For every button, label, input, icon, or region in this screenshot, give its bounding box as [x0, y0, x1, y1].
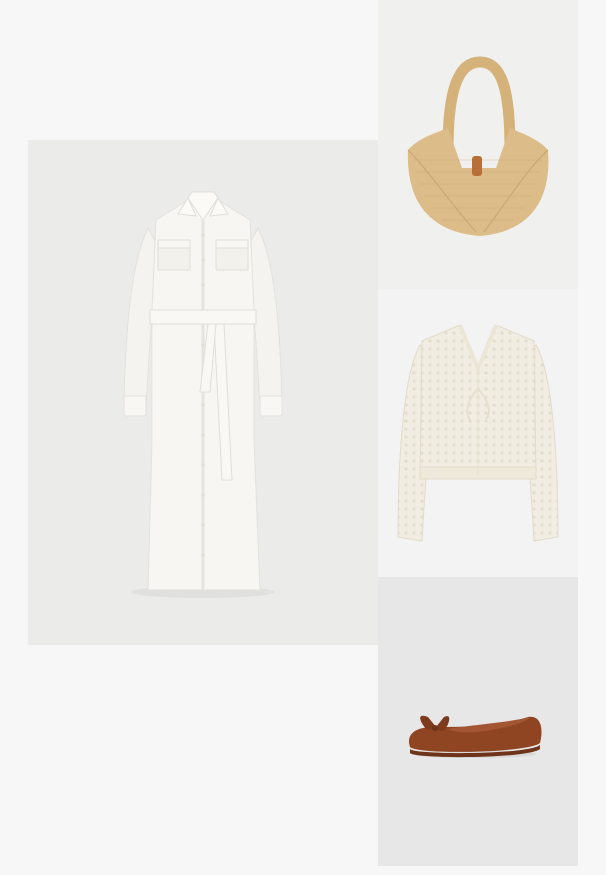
dress-product-image[interactable] [28, 140, 378, 645]
crochet-cardigan-illustration [397, 324, 559, 542]
suede-ballet-flat-illustration [409, 715, 542, 758]
straw-tote-illustration [407, 56, 549, 236]
tote-bag-product-image[interactable] [378, 0, 578, 289]
ballet-flat-product-image[interactable] [378, 577, 578, 866]
cardigan-product-image[interactable] [378, 289, 578, 577]
shirt-dress-illustration [123, 191, 283, 598]
outfit-collage: { "collage": { "items": [ { "id": "dress… [0, 0, 606, 875]
